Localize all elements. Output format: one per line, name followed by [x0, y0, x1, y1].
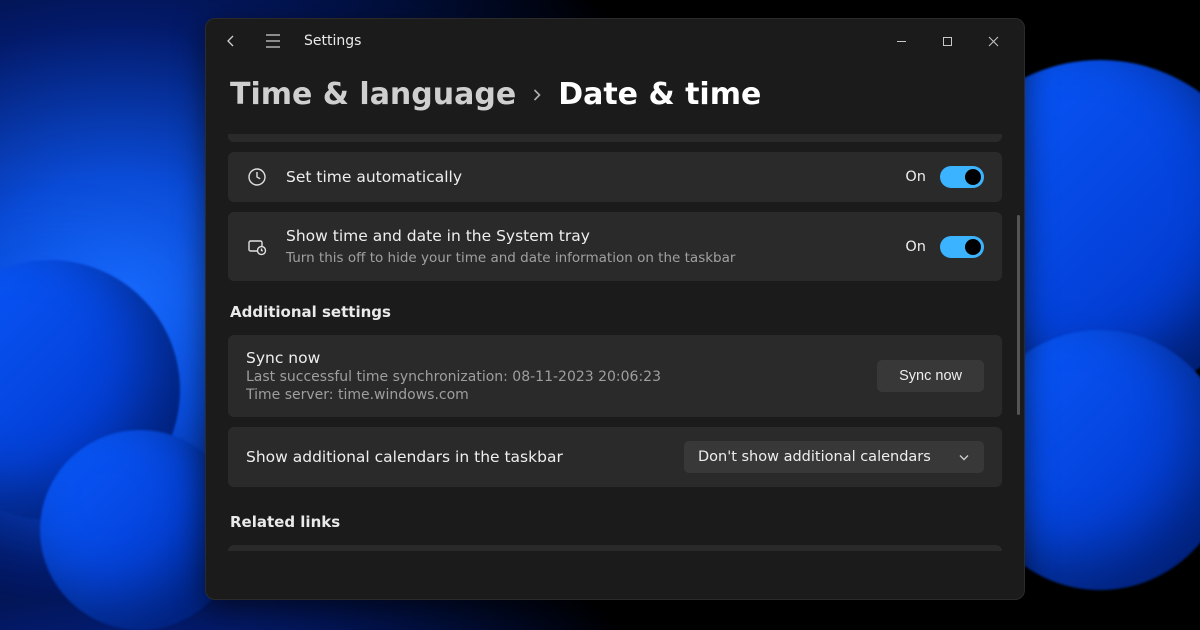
clock-icon: [246, 167, 268, 187]
sync-last-success: Last successful time synchronization: 08…: [246, 369, 877, 385]
app-title: Settings: [304, 33, 361, 49]
title-bar: Settings: [206, 19, 1024, 63]
sync-time-server: Time server: time.windows.com: [246, 387, 877, 403]
arrow-left-icon: [223, 33, 239, 49]
next-card-edge: [228, 545, 1002, 551]
row-sync-now: Sync now Last successful time synchroniz…: [228, 335, 1002, 417]
breadcrumb: Time & language Date & time: [230, 77, 1002, 112]
scrollbar-thumb[interactable]: [1017, 215, 1020, 415]
hamburger-icon: [265, 34, 281, 48]
maximize-icon: [942, 36, 953, 47]
show-tray-clock-toggle[interactable]: [940, 236, 984, 258]
sync-now-button[interactable]: Sync now: [877, 360, 984, 392]
row-additional-calendars: Show additional calendars in the taskbar…: [228, 427, 1002, 487]
dropdown-selected-value: Don't show additional calendars: [698, 449, 931, 465]
section-header-additional: Additional settings: [230, 303, 1000, 321]
previous-card-edge: [228, 134, 1002, 142]
nav-menu-button[interactable]: [256, 24, 290, 58]
row-title: Show time and date in the System tray: [286, 226, 887, 247]
back-button[interactable]: [214, 24, 248, 58]
toggle-state-label: On: [905, 239, 926, 255]
row-show-system-tray-clock: Show time and date in the System tray Tu…: [228, 212, 1002, 281]
row-set-time-automatically: Set time automatically On: [228, 152, 1002, 202]
taskbar-clock-icon: [246, 237, 268, 257]
settings-window: Settings Time & language Date & time: [205, 18, 1025, 600]
row-subtitle: Turn this off to hide your time and date…: [286, 249, 887, 267]
row-title: Set time automatically: [286, 167, 887, 188]
close-button[interactable]: [970, 25, 1016, 57]
page-title: Date & time: [558, 77, 761, 112]
maximize-button[interactable]: [924, 25, 970, 57]
breadcrumb-parent[interactable]: Time & language: [230, 77, 516, 112]
close-icon: [988, 36, 999, 47]
section-header-related: Related links: [230, 513, 1000, 531]
additional-calendars-dropdown[interactable]: Don't show additional calendars: [684, 441, 984, 473]
toggle-state-label: On: [905, 169, 926, 185]
additional-calendars-label: Show additional calendars in the taskbar: [246, 448, 684, 466]
chevron-down-icon: [958, 451, 970, 463]
chevron-right-icon: [530, 88, 544, 102]
set-time-auto-toggle[interactable]: [940, 166, 984, 188]
minimize-icon: [896, 36, 907, 47]
content-area: Time & language Date & time Set time aut…: [206, 63, 1024, 599]
sync-title: Sync now: [246, 349, 877, 367]
minimize-button[interactable]: [878, 25, 924, 57]
